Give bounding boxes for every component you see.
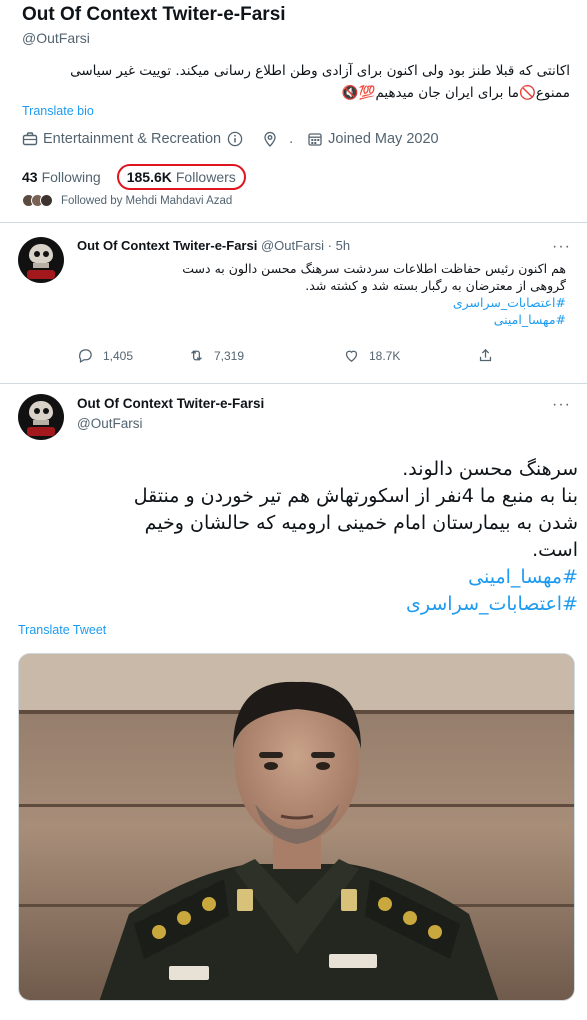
tweet-text: هم اکنون رئیس حفاظت اطلاعات سردشت سرهنگ … <box>180 260 566 328</box>
tweet-author-name[interactable]: Out Of Context Twiter-e-Farsi <box>77 238 257 253</box>
avatar[interactable] <box>18 394 64 440</box>
retweet-icon <box>191 350 202 361</box>
tweet-text: سرهنگ محسن دالوند. بنا به منبع ما 4نفر ا… <box>15 456 578 618</box>
follow-stats: 43 Following 185.6K Followers <box>22 164 246 190</box>
officer-photo <box>19 654 574 1000</box>
following-link[interactable]: 43 Following <box>22 169 101 185</box>
calendar-icon <box>308 133 322 146</box>
avatar-skull <box>29 401 53 420</box>
avatar <box>40 194 53 207</box>
follower-avatars <box>22 194 53 207</box>
share-button[interactable] <box>477 347 503 364</box>
translate-tweet-link[interactable]: Translate Tweet <box>18 623 106 637</box>
bio-line: ممنوع🚫ما برای ایران جان میدهیم💯🔇 <box>341 85 570 101</box>
tweet-actions: 1,405 7,319 18.7K <box>77 347 507 367</box>
tweet-line: سرهنگ محسن دالوند. <box>402 458 578 480</box>
followers-link[interactable]: 185.6K Followers <box>116 164 246 190</box>
reply-count: 1,405 <box>103 348 134 363</box>
avatar-eye <box>34 408 40 414</box>
avatar-stripe <box>27 427 55 436</box>
following-count: 43 <box>22 169 38 185</box>
profile-category: Entertainment & Recreation <box>43 131 222 147</box>
following-label: Following <box>41 169 101 185</box>
avatar-jaw <box>33 420 49 425</box>
share-icon <box>479 348 492 362</box>
like-count: 18.7K <box>369 348 401 363</box>
avatar-eye <box>43 251 49 257</box>
followed-by-text: Followed by Mehdi Mahdavi Azad <box>61 194 233 207</box>
tweet-line: بنا به منبع ما 4نفر از اسکورتهاش هم تیر … <box>133 485 578 507</box>
profile-name: Out Of Context Twiter-e-Farsi <box>22 4 286 25</box>
hashtag-link[interactable]: #اعتصابات_سراسری <box>180 294 566 311</box>
tweet-time[interactable]: 5h <box>336 238 350 253</box>
profile-meta: Entertainment & Recreation . Joined May … <box>22 131 439 147</box>
translate-bio-link[interactable]: Translate bio <box>22 104 94 118</box>
profile-location: . <box>289 131 294 147</box>
info-icon[interactable] <box>227 131 243 147</box>
retweet-button[interactable]: 7,319 <box>188 347 244 364</box>
hashtag-link[interactable]: #اعتصابات_سراسری <box>15 591 578 618</box>
avatar-skull <box>29 244 53 263</box>
briefcase-icon <box>22 132 38 146</box>
followers-label: Followers <box>175 169 236 185</box>
tweet-author-handle[interactable]: @OutFarsi <box>77 416 142 431</box>
like-button[interactable]: 18.7K <box>343 347 400 364</box>
divider <box>0 383 587 384</box>
bio-line: اکانتی که قبلا طنز بود ولی اکنون برای آز… <box>70 63 570 79</box>
tweet-header: Out Of Context Twiter-e-Farsi @OutFarsi … <box>77 238 350 253</box>
hashtag-link[interactable]: #مهسا_امینی <box>15 564 578 591</box>
tweet-author-handle[interactable]: @OutFarsi <box>261 238 324 253</box>
avatar-eye <box>34 251 40 257</box>
reply-button[interactable]: 1,405 <box>77 347 133 364</box>
avatar-eye <box>43 408 49 414</box>
reply-icon <box>79 349 92 364</box>
avatar-stripe <box>27 270 55 279</box>
profile-handle: @OutFarsi <box>22 30 90 46</box>
avatar-jaw <box>33 263 49 268</box>
tweet-author-name[interactable]: Out Of Context Twiter-e-Farsi <box>77 396 264 411</box>
profile-joined: Joined May 2020 <box>328 131 439 147</box>
tweet-line: شدن به بیمارستان امام خمینی ارومیه که حا… <box>144 512 578 534</box>
more-icon[interactable]: ··· <box>552 238 571 256</box>
followers-count: 185.6K <box>126 169 172 185</box>
more-icon[interactable]: ··· <box>552 396 571 414</box>
tweet-photo[interactable] <box>18 653 575 1001</box>
tweet-line: گروهی از معترضان به رگبار بسته شد و کشته… <box>305 278 566 293</box>
tweet-line: است. <box>532 539 578 561</box>
tweet-line: هم اکنون رئیس حفاظت اطلاعات سردشت سرهنگ … <box>182 261 566 276</box>
location-icon <box>264 131 276 147</box>
divider <box>0 222 587 223</box>
retweet-count: 7,319 <box>214 348 245 363</box>
hashtag-link[interactable]: #مهسا_امینی <box>180 311 566 328</box>
like-icon <box>345 350 358 362</box>
avatar[interactable] <box>18 237 64 283</box>
tweet-dot: · <box>327 238 332 253</box>
followed-by[interactable]: Followed by Mehdi Mahdavi Azad <box>22 194 232 207</box>
profile-bio: اکانتی که قبلا طنز بود ولی اکنون برای آز… <box>30 60 570 104</box>
